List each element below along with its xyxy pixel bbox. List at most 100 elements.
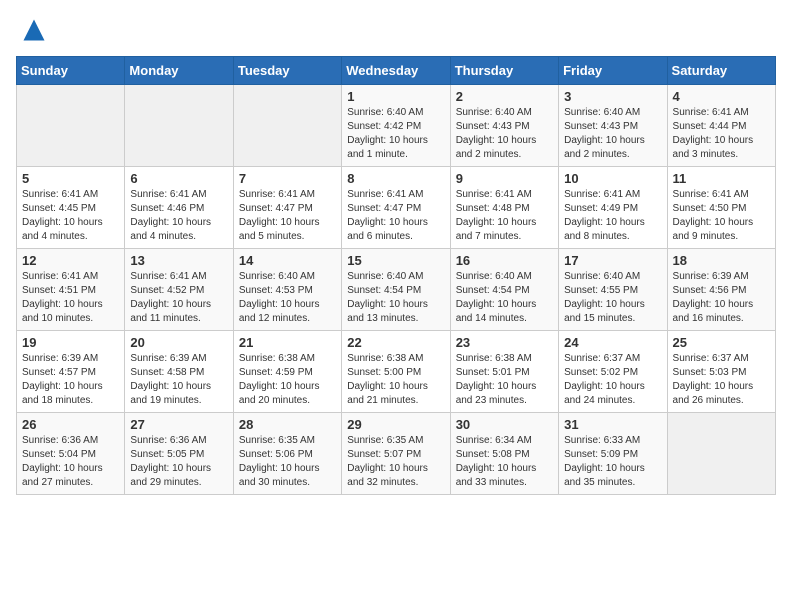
calendar-week-row: 19Sunrise: 6:39 AM Sunset: 4:57 PM Dayli… xyxy=(17,331,776,413)
day-info: Sunrise: 6:35 AM Sunset: 5:07 PM Dayligh… xyxy=(347,434,444,490)
day-info: Sunrise: 6:41 AM Sunset: 4:49 PM Dayligh… xyxy=(564,188,661,244)
calendar-week-row: 26 Sunrise: 6:36 AM Sunset: 5:04 PM Dayli… xyxy=(17,413,776,495)
calendar-cell: 19Sunrise: 6:39 AM Sunset: 4:57 PM Dayli… xyxy=(17,331,125,413)
day-header-wednesday: Wednesday xyxy=(342,57,450,85)
day-info: Sunrise: 6:40 AM Sunset: 4:54 PM Dayligh… xyxy=(456,270,553,326)
day-number: 20 xyxy=(130,335,227,350)
calendar-table: SundayMondayTuesdayWednesdayThursdayFrid… xyxy=(16,56,776,495)
day-info: Sunrise: 6:37 AM Sunset: 5:03 PM Dayligh… xyxy=(673,352,770,408)
day-number: 14 xyxy=(239,253,336,268)
day-info: Sunrise: 6:41 AM Sunset: 4:51 PM Dayligh… xyxy=(22,270,119,326)
day-info: Sunrise: 6:41 AM Sunset: 4:52 PM Dayligh… xyxy=(130,270,227,326)
day-info: Sunrise: 6:40 AM Sunset: 4:55 PM Dayligh… xyxy=(564,270,661,326)
calendar-cell: 26 Sunrise: 6:36 AM Sunset: 5:04 PM Dayli… xyxy=(17,413,125,495)
calendar-week-row: 5 Sunrise: 6:41 AM Sunset: 4:45 PM Daylig… xyxy=(17,167,776,249)
day-number: 1 xyxy=(347,89,444,104)
day-info: Sunrise: 6:36 AM Sunset: 5:05 PM Dayligh… xyxy=(130,434,227,490)
day-info: Sunrise: 6:38 AM Sunset: 5:01 PM Dayligh… xyxy=(456,352,553,408)
day-number: 4 xyxy=(673,89,770,104)
day-number: 30 xyxy=(456,417,553,432)
day-number: 12 xyxy=(22,253,119,268)
day-info: Sunrise: 6:41 AM Sunset: 4:44 PM Dayligh… xyxy=(673,106,770,162)
day-number: 11 xyxy=(673,171,770,186)
day-header-friday: Friday xyxy=(559,57,667,85)
day-header-thursday: Thursday xyxy=(450,57,558,85)
calendar-cell: 2 Sunrise: 6:40 AM Sunset: 4:43 PM Daylig… xyxy=(450,85,558,167)
calendar-cell: 5 Sunrise: 6:41 AM Sunset: 4:45 PM Daylig… xyxy=(17,167,125,249)
day-info: Sunrise: 6:39 AM Sunset: 4:56 PM Dayligh… xyxy=(673,270,770,326)
calendar-cell: 13 Sunrise: 6:41 AM Sunset: 4:52 PM Dayli… xyxy=(125,249,233,331)
day-number: 25 xyxy=(673,335,770,350)
calendar-cell: 15Sunrise: 6:40 AM Sunset: 4:54 PM Dayli… xyxy=(342,249,450,331)
calendar-cell xyxy=(125,85,233,167)
logo-icon xyxy=(20,16,48,44)
calendar-cell: 1 Sunrise: 6:40 AM Sunset: 4:42 PM Daylig… xyxy=(342,85,450,167)
day-number: 23 xyxy=(456,335,553,350)
day-number: 6 xyxy=(130,171,227,186)
calendar-cell: 6Sunrise: 6:41 AM Sunset: 4:46 PM Daylig… xyxy=(125,167,233,249)
calendar-cell: 9 Sunrise: 6:41 AM Sunset: 4:48 PM Daylig… xyxy=(450,167,558,249)
day-header-tuesday: Tuesday xyxy=(233,57,341,85)
day-info: Sunrise: 6:40 AM Sunset: 4:43 PM Dayligh… xyxy=(564,106,661,162)
day-number: 8 xyxy=(347,171,444,186)
day-info: Sunrise: 6:40 AM Sunset: 4:43 PM Dayligh… xyxy=(456,106,553,162)
day-info: Sunrise: 6:38 AM Sunset: 5:00 PM Dayligh… xyxy=(347,352,444,408)
day-number: 26 xyxy=(22,417,119,432)
day-number: 15 xyxy=(347,253,444,268)
day-number: 13 xyxy=(130,253,227,268)
calendar-cell: 16Sunrise: 6:40 AM Sunset: 4:54 PM Dayli… xyxy=(450,249,558,331)
calendar-cell: 10 Sunrise: 6:41 AM Sunset: 4:49 PM Dayli… xyxy=(559,167,667,249)
day-number: 22 xyxy=(347,335,444,350)
calendar-cell: 7 Sunrise: 6:41 AM Sunset: 4:47 PM Daylig… xyxy=(233,167,341,249)
day-info: Sunrise: 6:33 AM Sunset: 5:09 PM Dayligh… xyxy=(564,434,661,490)
calendar-week-row: 1 Sunrise: 6:40 AM Sunset: 4:42 PM Daylig… xyxy=(17,85,776,167)
day-number: 9 xyxy=(456,171,553,186)
calendar-cell xyxy=(17,85,125,167)
day-number: 17 xyxy=(564,253,661,268)
calendar-cell: 31 Sunrise: 6:33 AM Sunset: 5:09 PM Dayli… xyxy=(559,413,667,495)
calendar-cell xyxy=(667,413,775,495)
calendar-cell: 28Sunrise: 6:35 AM Sunset: 5:06 PM Dayli… xyxy=(233,413,341,495)
calendar-cell: 18 Sunrise: 6:39 AM Sunset: 4:56 PM Dayli… xyxy=(667,249,775,331)
day-info: Sunrise: 6:41 AM Sunset: 4:50 PM Dayligh… xyxy=(673,188,770,244)
page-header xyxy=(16,16,776,44)
day-header-monday: Monday xyxy=(125,57,233,85)
calendar-cell: 21 Sunrise: 6:38 AM Sunset: 4:59 PM Dayli… xyxy=(233,331,341,413)
day-info: Sunrise: 6:39 AM Sunset: 4:57 PM Dayligh… xyxy=(22,352,119,408)
calendar-cell: 11 Sunrise: 6:41 AM Sunset: 4:50 PM Dayli… xyxy=(667,167,775,249)
day-info: Sunrise: 6:41 AM Sunset: 4:47 PM Dayligh… xyxy=(239,188,336,244)
calendar-cell: 3 Sunrise: 6:40 AM Sunset: 4:43 PM Daylig… xyxy=(559,85,667,167)
calendar-cell: 30 Sunrise: 6:34 AM Sunset: 5:08 PM Dayli… xyxy=(450,413,558,495)
day-number: 18 xyxy=(673,253,770,268)
calendar-cell: 25 Sunrise: 6:37 AM Sunset: 5:03 PM Dayli… xyxy=(667,331,775,413)
day-number: 7 xyxy=(239,171,336,186)
day-header-sunday: Sunday xyxy=(17,57,125,85)
calendar-header-row: SundayMondayTuesdayWednesdayThursdayFrid… xyxy=(17,57,776,85)
day-info: Sunrise: 6:39 AM Sunset: 4:58 PM Dayligh… xyxy=(130,352,227,408)
day-number: 24 xyxy=(564,335,661,350)
day-number: 2 xyxy=(456,89,553,104)
day-info: Sunrise: 6:35 AM Sunset: 5:06 PM Dayligh… xyxy=(239,434,336,490)
logo xyxy=(16,16,48,44)
day-number: 21 xyxy=(239,335,336,350)
day-info: Sunrise: 6:37 AM Sunset: 5:02 PM Dayligh… xyxy=(564,352,661,408)
calendar-cell xyxy=(233,85,341,167)
calendar-cell: 8 Sunrise: 6:41 AM Sunset: 4:47 PM Daylig… xyxy=(342,167,450,249)
day-number: 27 xyxy=(130,417,227,432)
day-info: Sunrise: 6:38 AM Sunset: 4:59 PM Dayligh… xyxy=(239,352,336,408)
day-number: 5 xyxy=(22,171,119,186)
day-info: Sunrise: 6:41 AM Sunset: 4:47 PM Dayligh… xyxy=(347,188,444,244)
day-number: 3 xyxy=(564,89,661,104)
day-number: 10 xyxy=(564,171,661,186)
calendar-cell: 20 Sunrise: 6:39 AM Sunset: 4:58 PM Dayli… xyxy=(125,331,233,413)
day-info: Sunrise: 6:40 AM Sunset: 4:42 PM Dayligh… xyxy=(347,106,444,162)
day-number: 31 xyxy=(564,417,661,432)
day-info: Sunrise: 6:36 AM Sunset: 5:04 PM Dayligh… xyxy=(22,434,119,490)
day-info: Sunrise: 6:41 AM Sunset: 4:48 PM Dayligh… xyxy=(456,188,553,244)
day-info: Sunrise: 6:40 AM Sunset: 4:53 PM Dayligh… xyxy=(239,270,336,326)
calendar-cell: 29Sunrise: 6:35 AM Sunset: 5:07 PM Dayli… xyxy=(342,413,450,495)
day-info: Sunrise: 6:34 AM Sunset: 5:08 PM Dayligh… xyxy=(456,434,553,490)
calendar-cell: 12 Sunrise: 6:41 AM Sunset: 4:51 PM Dayli… xyxy=(17,249,125,331)
day-info: Sunrise: 6:41 AM Sunset: 4:45 PM Dayligh… xyxy=(22,188,119,244)
calendar-cell: 4 Sunrise: 6:41 AM Sunset: 4:44 PM Daylig… xyxy=(667,85,775,167)
